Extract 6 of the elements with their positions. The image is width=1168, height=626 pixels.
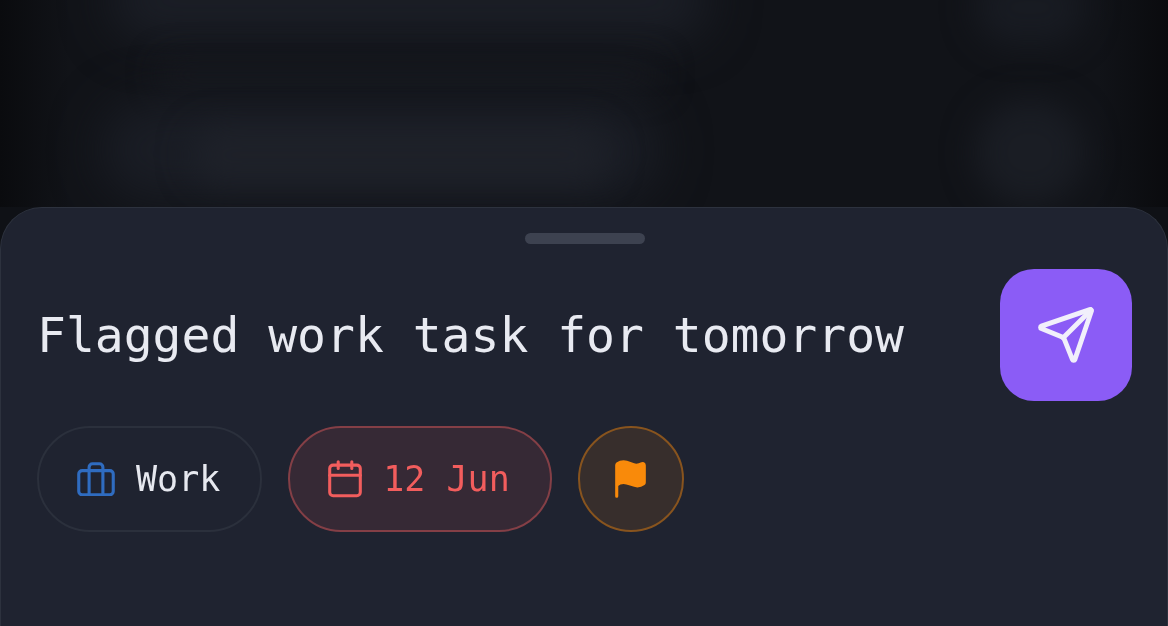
drag-handle[interactable] [524, 233, 645, 244]
date-chip[interactable]: 12 Jun [288, 426, 552, 532]
project-chip[interactable]: Work [37, 426, 263, 532]
task-input[interactable]: Flagged work task for tomorrow [37, 300, 967, 370]
send-button[interactable] [1000, 269, 1132, 401]
send-icon [1038, 307, 1094, 363]
